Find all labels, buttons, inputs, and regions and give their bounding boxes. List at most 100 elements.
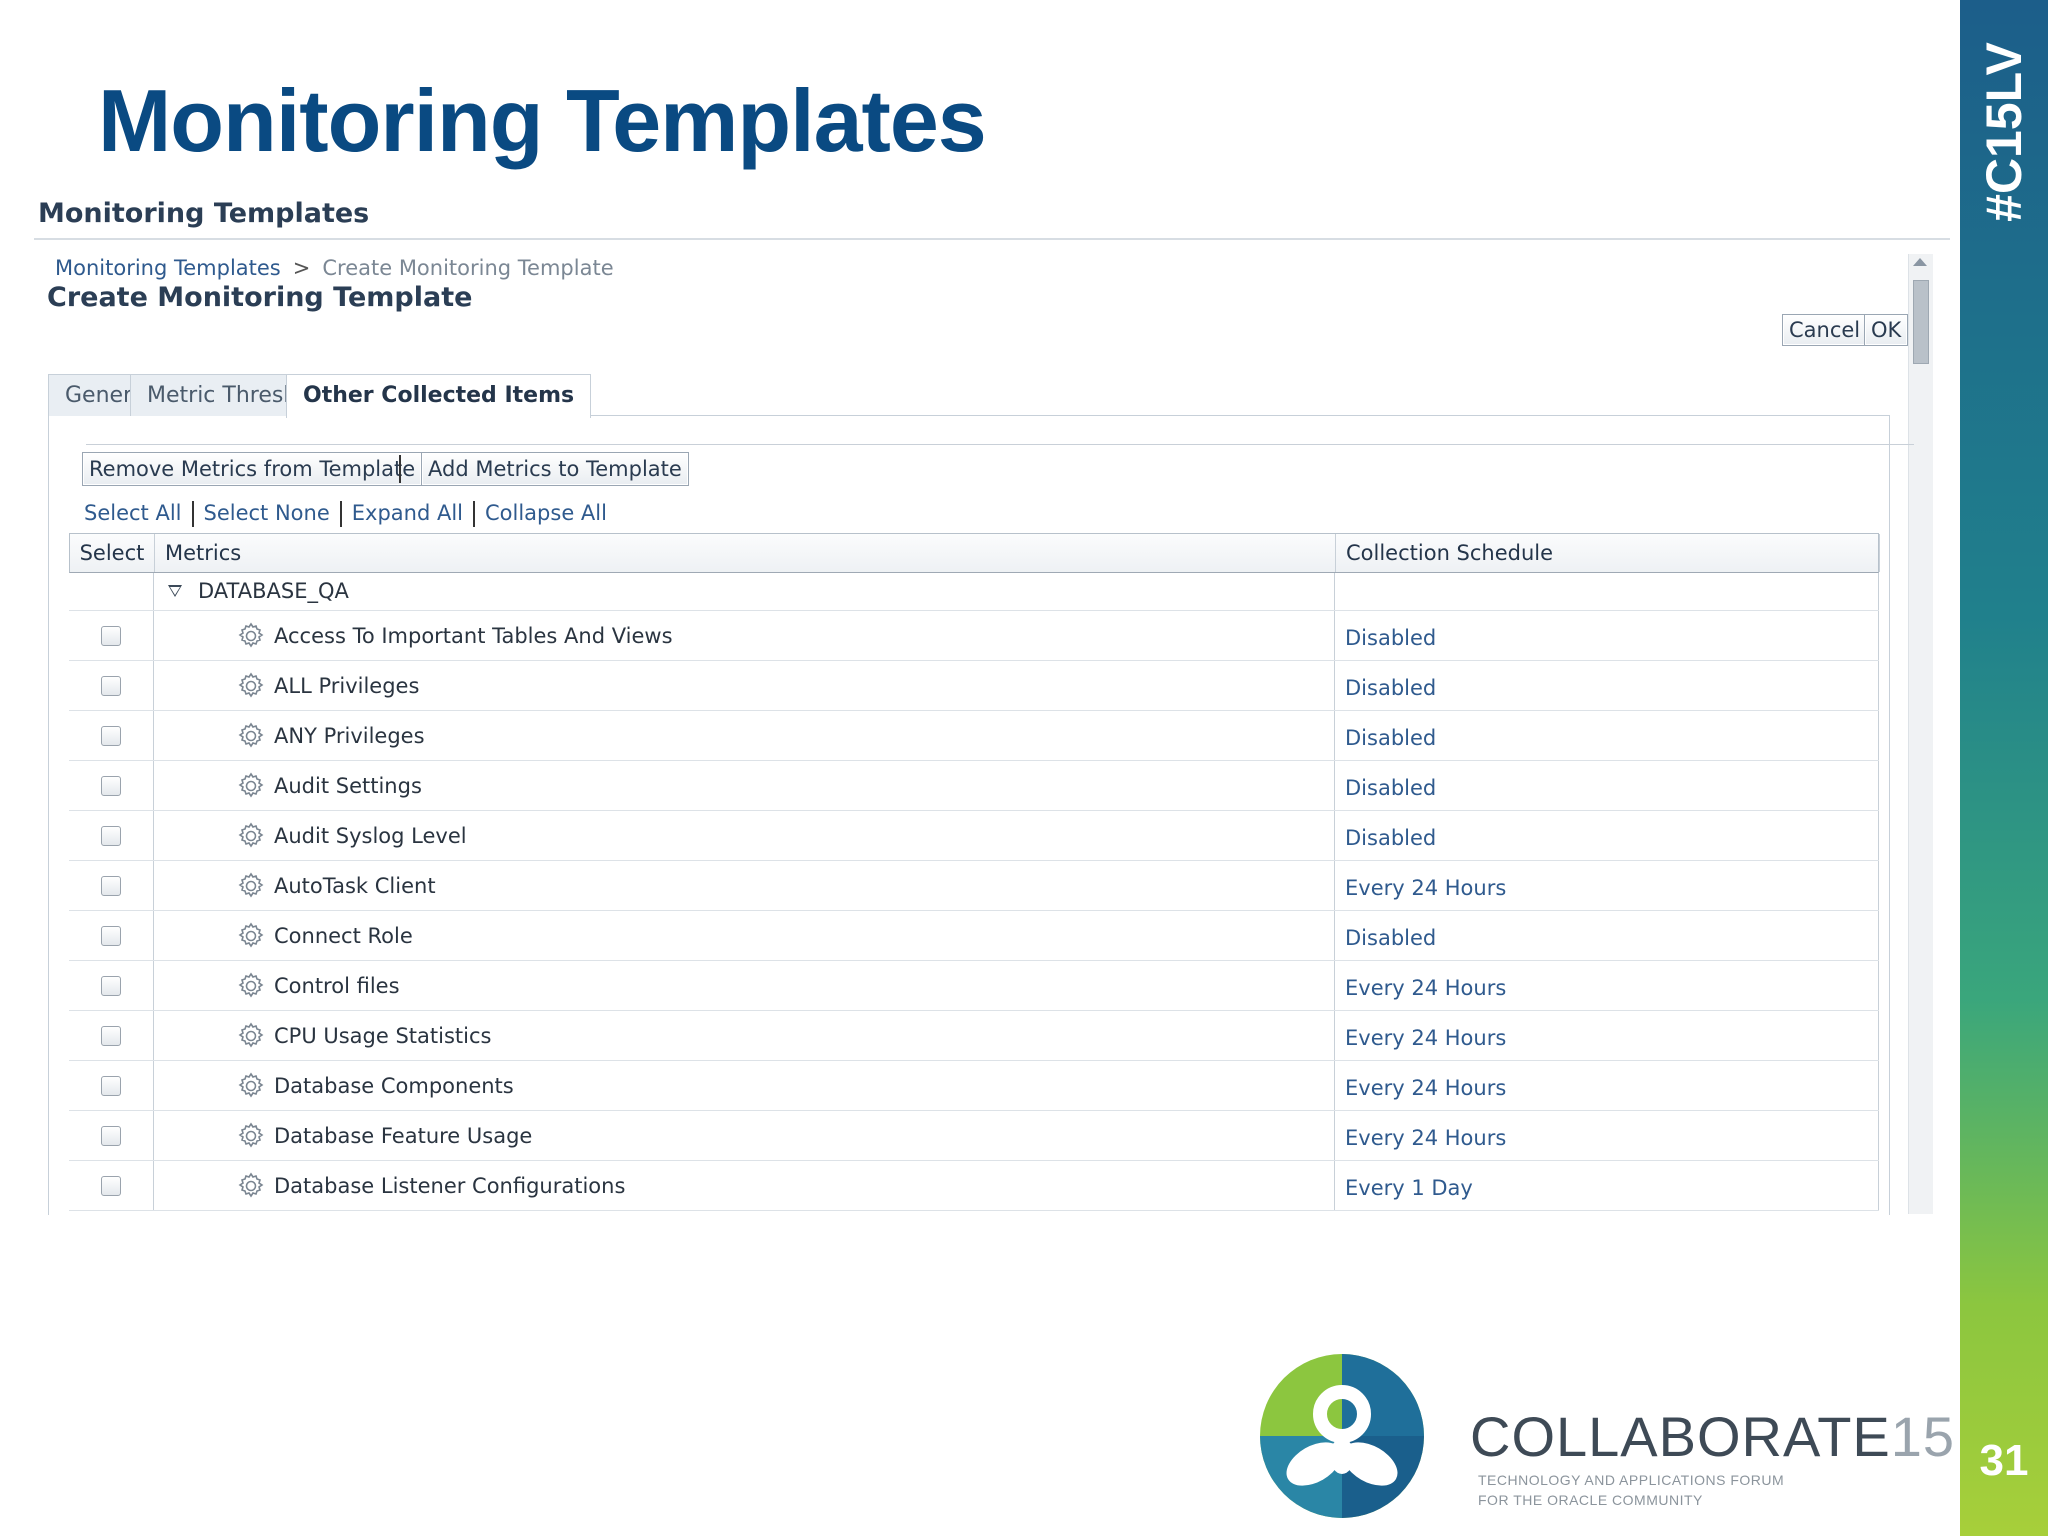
metric-name: Audit Syslog Level [274,823,467,848]
gear-icon [236,1121,266,1151]
metric-name: Database Components [274,1073,514,1098]
column-header-collection-schedule[interactable]: Collection Schedule [1336,534,1880,572]
schedule-cell[interactable]: Disabled [1335,661,1879,710]
expand-all-link[interactable]: Expand All [342,498,473,528]
table-row: ANY Privileges Disabled [69,711,1879,761]
wordmark-text: COLLABORATE [1470,1405,1891,1468]
row-checkbox[interactable] [101,875,121,896]
row-checkbox[interactable] [101,975,121,996]
gear-icon [236,1071,266,1101]
row-checkbox[interactable] [101,1075,121,1096]
metric-cell: Database Listener Configurations [154,1161,1335,1210]
select-cell [69,961,154,1010]
table-body: Access To Important Tables And Views Disa… [69,611,1879,1211]
schedule-cell[interactable]: Every 24 Hours [1335,1061,1879,1110]
schedule-cell[interactable]: Disabled [1335,811,1879,860]
metric-name: Database Feature Usage [274,1123,533,1148]
add-metrics-button[interactable]: Add Metrics to Template [421,452,689,486]
table-row: Access To Important Tables And Views Disa… [69,611,1879,661]
wordmark-number: 15 [1890,1405,1956,1468]
metric-name: Connect Role [274,923,413,948]
row-checkbox[interactable] [101,925,121,946]
select-cell [69,611,154,660]
tagline-line-1: TECHNOLOGY AND APPLICATIONS FORUM [1478,1472,1785,1488]
select-cell [69,761,154,810]
metric-cell: ANY Privileges [154,711,1335,760]
scroll-up-arrow-icon[interactable] [1913,258,1927,266]
select-cell [69,1111,154,1160]
scroll-thumb[interactable] [1913,280,1929,364]
gear-icon [236,1171,266,1201]
table-row: Audit Syslog Level Disabled [69,811,1879,861]
breadcrumb: Monitoring Templates > Create Monitoring T… [55,256,614,280]
table-row: Connect Role Disabled [69,911,1879,961]
header-divider [34,238,1950,240]
metric-name: AutoTask Client [274,873,436,898]
table-header-row: Select Metrics Collection Schedule [69,533,1880,573]
expand-triangle-icon[interactable] [168,585,182,597]
remove-metrics-button[interactable]: Remove Metrics from Template [82,452,423,486]
breadcrumb-current: Create Monitoring Template [322,256,614,280]
select-all-link[interactable]: Select All [84,498,192,528]
table-row: Database Feature Usage Every 24 Hours [69,1111,1879,1161]
gear-icon [236,921,266,951]
column-header-select: Select [70,534,155,572]
metric-name: ANY Privileges [274,723,425,748]
logo-tagline: TECHNOLOGY AND APPLICATIONS FORUM FOR TH… [1478,1470,1784,1510]
table-row: Audit Settings Disabled [69,761,1879,811]
select-cell [69,661,154,710]
select-none-link[interactable]: Select None [194,498,340,528]
select-cell [69,911,154,960]
schedule-cell[interactable]: Disabled [1335,711,1879,760]
schedule-cell[interactable]: Disabled [1335,611,1879,660]
tab-other-collected-items[interactable]: Other Collected Items [286,374,592,418]
app-header-title: Monitoring Templates [38,198,370,229]
schedule-cell[interactable]: Disabled [1335,911,1879,960]
select-cell [69,1061,154,1110]
hashtag-text: #C15LV [1976,42,2032,222]
gear-icon [236,1021,266,1051]
cancel-button[interactable]: Cancel [1782,314,1868,346]
metric-name: Access To Important Tables And Views [274,623,673,648]
ok-button[interactable]: OK [1864,314,1909,346]
table-row: AutoTask Client Every 24 Hours [69,861,1879,911]
schedule-cell[interactable]: Disabled [1335,761,1879,810]
slide-title: Monitoring Templates [98,71,987,170]
tagline-line-2: FOR THE ORACLE COMMUNITY [1478,1492,1703,1508]
row-checkbox[interactable] [101,1025,121,1046]
row-checkbox[interactable] [101,625,121,646]
table-row: CPU Usage Statistics Every 24 Hours [69,1011,1879,1061]
row-checkbox[interactable] [101,725,121,746]
row-checkbox[interactable] [101,675,121,696]
schedule-cell[interactable]: Every 1 Day [1335,1161,1879,1210]
metric-name: Control files [274,973,400,998]
schedule-cell[interactable]: Every 24 Hours [1335,1011,1879,1060]
schedule-cell[interactable]: Every 24 Hours [1335,1111,1879,1160]
toolbar-divider [86,444,1914,445]
metric-name: Database Listener Configurations [274,1173,626,1198]
group-label: DATABASE_QA [198,579,349,603]
breadcrumb-link-monitoring-templates[interactable]: Monitoring Templates [55,256,281,280]
column-header-metrics[interactable]: Metrics [155,534,1336,572]
row-checkbox[interactable] [101,1175,121,1196]
schedule-cell[interactable]: Every 24 Hours [1335,961,1879,1010]
vertical-scrollbar[interactable] [1908,254,1933,1214]
select-cell [69,861,154,910]
select-cell [69,811,154,860]
group-metrics-cell: DATABASE_QA [154,573,1335,610]
collapse-all-link[interactable]: Collapse All [475,498,617,528]
table-row: Database Components Every 24 Hours [69,1061,1879,1111]
metric-name: ALL Privileges [274,673,420,698]
metric-cell: Audit Settings [154,761,1335,810]
page-heading: Create Monitoring Template [47,282,473,313]
row-checkbox[interactable] [101,825,121,846]
collaborate-logo-icon [1260,1354,1424,1518]
row-checkbox[interactable] [101,1125,121,1146]
breadcrumb-separator: > [292,256,311,280]
row-checkbox[interactable] [101,775,121,796]
app-screenshot: Monitoring Templates Monitoring Template… [34,190,1950,1215]
metric-cell: Audit Syslog Level [154,811,1335,860]
group-row: DATABASE_QA [69,573,1879,611]
toolbar-separator [399,455,401,483]
schedule-cell[interactable]: Every 24 Hours [1335,861,1879,910]
